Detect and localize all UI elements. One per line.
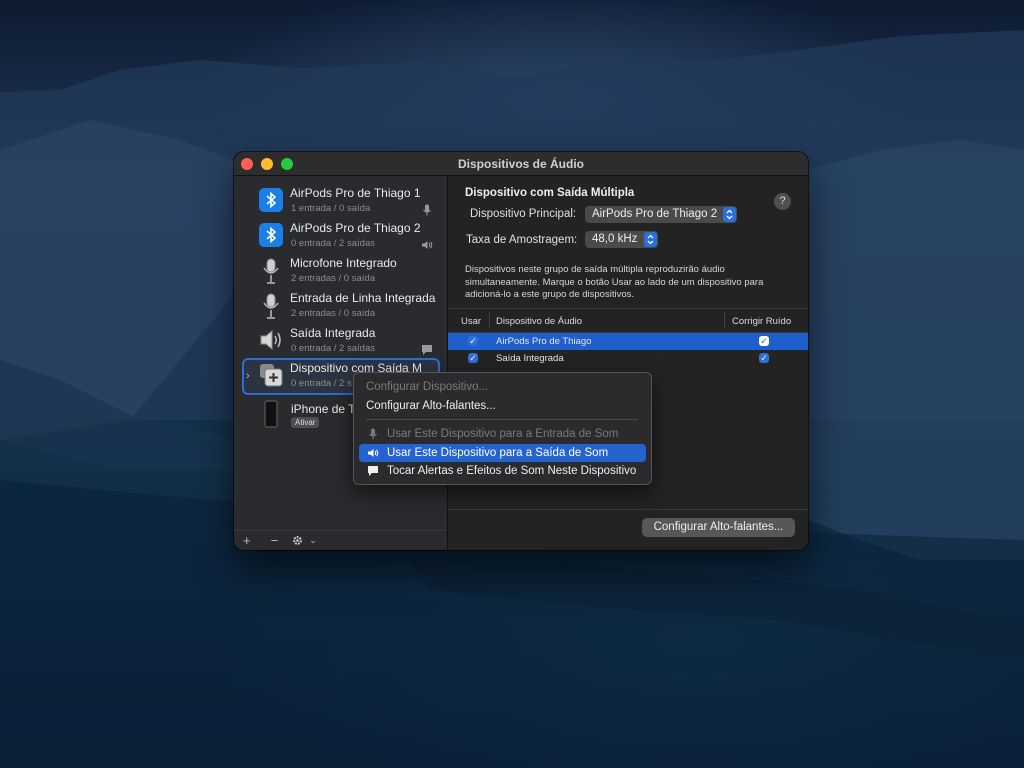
title-bar: Dispositivos de Áudio <box>234 152 808 176</box>
menu-item-label: Configurar Alto-falantes... <box>366 400 496 412</box>
chevron-down-icon[interactable]: ⌄ <box>309 535 317 546</box>
context-menu: Configurar Dispositivo... Configurar Alt… <box>353 372 652 485</box>
drift-checkbox[interactable]: ✓ <box>759 353 769 363</box>
speaker-icon <box>259 328 283 352</box>
device-io-count: 1 entrada / 0 saída <box>291 203 371 214</box>
updown-arrows-icon <box>723 207 736 222</box>
device-cell: Saída Integrada <box>496 353 564 364</box>
device-item-saida-integrada[interactable]: Saída Integrada 0 entrada / 2 saídas <box>234 324 447 359</box>
menu-separator <box>366 419 638 420</box>
device-io-count: 0 entrada / 2 saídas <box>291 343 375 354</box>
remove-device-button[interactable]: − <box>271 533 279 548</box>
table-row[interactable]: ✓ Saída Integrada ✓ <box>448 350 808 367</box>
updown-arrows-icon <box>644 232 657 247</box>
menu-item-use-for-output[interactable]: Usar Este Dispositivo para a Saída de So… <box>359 444 646 462</box>
help-button[interactable]: ? <box>774 193 791 210</box>
configure-speakers-button[interactable]: Configurar Alto-falantes... <box>642 518 795 537</box>
table-row[interactable]: ✓ AirPods Pro de Thiago ✓ <box>448 333 808 350</box>
menu-item-configure-device[interactable]: Configurar Dispositivo... <box>359 378 646 396</box>
sample-rate-select[interactable]: 48,0 kHz <box>585 231 658 248</box>
activate-badge[interactable]: Ativar <box>291 417 320 428</box>
alert-icon <box>421 343 433 355</box>
device-heading: Dispositivo com Saída Múltipla <box>465 187 635 199</box>
use-checkbox[interactable]: ✓ <box>468 353 478 363</box>
bluetooth-icon <box>259 188 283 212</box>
alert-icon <box>367 465 379 477</box>
microphone-icon <box>259 258 283 284</box>
speaker-icon <box>421 238 433 250</box>
sidebar-toolbar: + − ⌄ <box>234 530 447 550</box>
primary-device-select[interactable]: AirPods Pro de Thiago 2 <box>585 206 737 223</box>
use-checkbox[interactable]: ✓ <box>468 336 478 346</box>
primary-device-label: Dispositivo Principal: <box>470 208 577 220</box>
microphone-icon <box>259 293 283 319</box>
column-header-device[interactable]: Dispositivo de Áudio <box>496 316 582 327</box>
close-button[interactable] <box>241 157 253 170</box>
device-io-count: 0 entrada / 2 s <box>291 378 352 389</box>
window-title: Dispositivos de Áudio <box>457 156 584 171</box>
menu-item-play-alerts[interactable]: Tocar Alertas e Efeitos de Som Neste Dis… <box>359 462 646 480</box>
device-name: iPhone de T <box>291 402 356 416</box>
column-header-drift[interactable]: Corrigir Ruído <box>732 316 791 327</box>
menu-item-configure-speakers[interactable]: Configurar Alto-falantes... <box>359 397 646 415</box>
speaker-icon <box>367 447 379 459</box>
device-detail-pane: Dispositivo com Saída Múltipla ? Disposi… <box>448 176 808 550</box>
device-item-microfone[interactable]: Microfone Integrado 2 entradas / 0 saída <box>234 254 447 289</box>
device-item-airpods-1[interactable]: AirPods Pro de Thiago 1 1 entrada / 0 sa… <box>234 184 447 219</box>
menu-item-use-for-input[interactable]: Usar Este Dispositivo para a Entrada de … <box>359 425 646 443</box>
window-controls <box>241 157 293 170</box>
description-text: Dispositivos neste grupo de saída múltip… <box>465 264 764 300</box>
minimize-button[interactable] <box>261 157 273 170</box>
menu-item-label: Usar Este Dispositivo para a Entrada de … <box>387 428 619 440</box>
column-header-use[interactable]: Usar <box>461 316 481 327</box>
chevron-right-icon[interactable]: › <box>246 370 250 382</box>
device-item-airpods-2[interactable]: AirPods Pro de Thiago 2 0 entrada / 2 sa… <box>234 219 447 254</box>
audio-devices-window: Dispositivos de Áudio AirPods Pro de Thi… <box>234 152 808 550</box>
device-cell: AirPods Pro de Thiago <box>496 336 592 347</box>
microphone-icon <box>367 428 379 440</box>
zoom-button[interactable] <box>281 157 293 170</box>
bluetooth-icon <box>259 223 283 247</box>
device-name: Microfone Integrado <box>290 256 397 270</box>
footer-divider <box>448 509 808 510</box>
add-device-button[interactable]: + <box>243 533 251 548</box>
device-name: AirPods Pro de Thiago 2 <box>290 221 421 235</box>
drift-checkbox[interactable]: ✓ <box>759 336 769 346</box>
menu-item-label: Configurar Dispositivo... <box>366 381 489 393</box>
device-name: AirPods Pro de Thiago 1 <box>290 186 421 200</box>
gear-icon[interactable]: ⌄ <box>292 535 317 546</box>
multi-output-icon <box>259 363 283 387</box>
device-name: Entrada de Linha Integrada <box>290 291 436 305</box>
table-header: Usar Dispositivo de Áudio Corrigir Ruído <box>448 308 808 333</box>
microphone-icon <box>421 203 433 216</box>
device-table: Usar Dispositivo de Áudio Corrigir Ruído… <box>448 308 808 367</box>
sample-rate-label: Taxa de Amostragem: <box>466 234 578 246</box>
device-item-entrada-linha[interactable]: Entrada de Linha Integrada 2 entradas / … <box>234 289 447 324</box>
device-name: Saída Integrada <box>290 326 376 340</box>
iphone-icon <box>264 400 288 428</box>
device-io-count: 2 entradas / 0 saída <box>291 308 375 319</box>
menu-item-label: Usar Este Dispositivo para a Saída de So… <box>387 447 609 459</box>
device-io-count: 2 entradas / 0 saída <box>291 273 375 284</box>
sample-rate-value: 48,0 kHz <box>592 233 638 245</box>
device-sidebar: AirPods Pro de Thiago 1 1 entrada / 0 sa… <box>234 176 448 550</box>
primary-device-value: AirPods Pro de Thiago 2 <box>592 208 718 220</box>
menu-item-label: Tocar Alertas e Efeitos de Som Neste Dis… <box>387 465 637 477</box>
device-io-count: 0 entrada / 2 saídas <box>291 238 375 249</box>
